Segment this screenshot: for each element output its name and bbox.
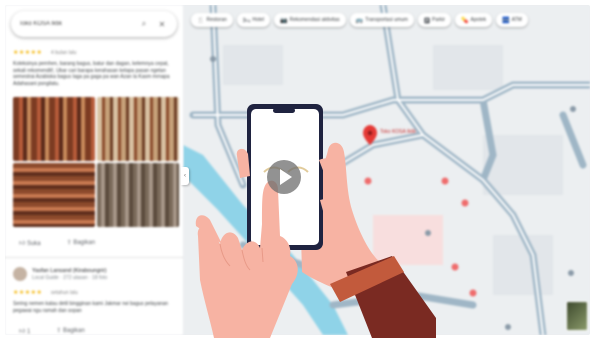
- play-icon: [279, 169, 292, 185]
- play-button[interactable]: [267, 160, 301, 194]
